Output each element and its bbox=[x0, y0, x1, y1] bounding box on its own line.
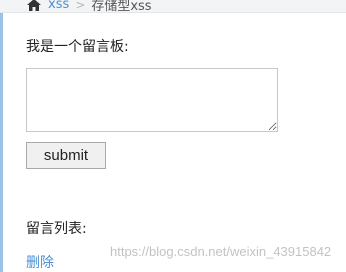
delete-link[interactable]: 删除 bbox=[26, 252, 54, 272]
breadcrumb-link-xss[interactable]: xss bbox=[48, 0, 69, 12]
submit-button[interactable]: submit bbox=[26, 142, 106, 169]
breadcrumb-bar: xss > 存储型xss bbox=[0, 0, 346, 13]
message-textarea[interactable] bbox=[26, 68, 278, 132]
watermark-text: https://blog.csdn.net/weixin_43915842 bbox=[110, 244, 332, 259]
breadcrumb-separator: > bbox=[75, 0, 86, 12]
message-list-label: 留言列表: bbox=[26, 221, 87, 237]
home-icon[interactable] bbox=[26, 0, 42, 12]
breadcrumb-current: 存储型xss bbox=[91, 0, 152, 13]
sidebar-edge bbox=[0, 0, 3, 272]
message-board-label: 我是一个留言板: bbox=[26, 39, 129, 55]
breadcrumb: xss > 存储型xss bbox=[26, 0, 152, 13]
